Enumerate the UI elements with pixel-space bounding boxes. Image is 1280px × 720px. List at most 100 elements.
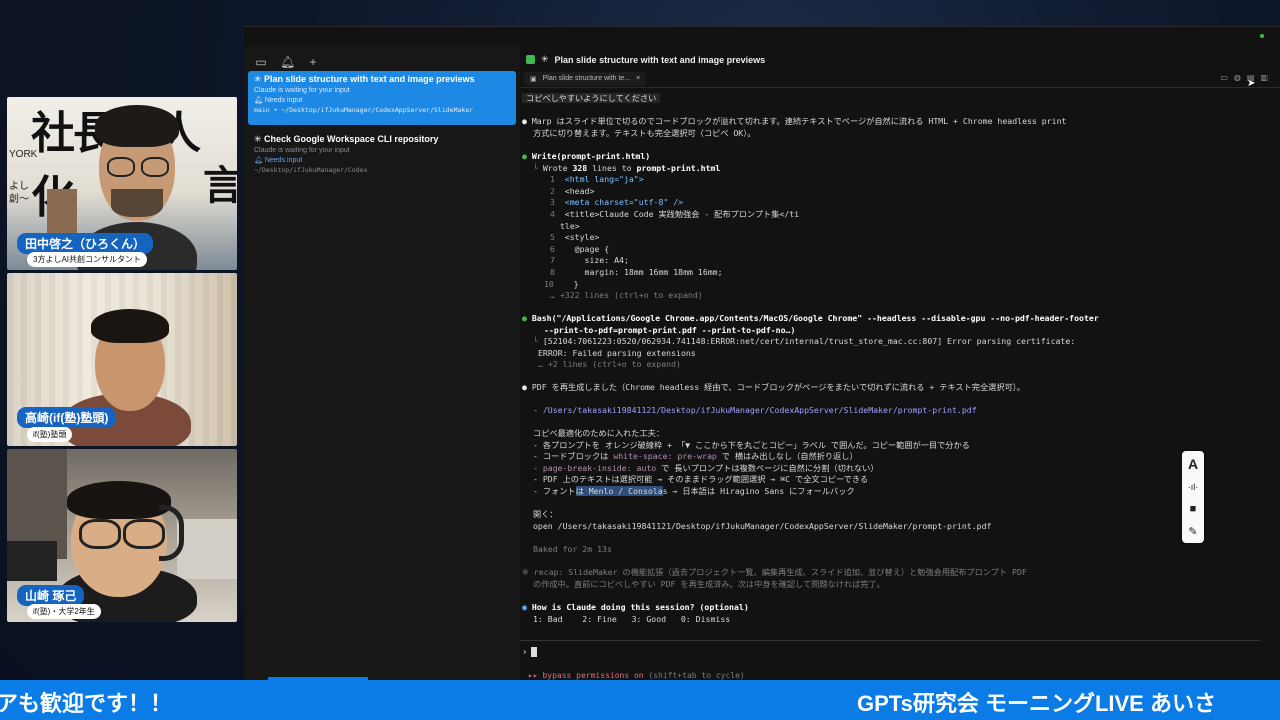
session-path: main • ~/Desktop/ifJukuManager/CodexAppS…	[254, 106, 474, 114]
expand-hint[interactable]: +322 lines (ctrl+o to expand)	[560, 290, 703, 300]
stop-icon[interactable]: ■	[1190, 503, 1197, 515]
file-path-link[interactable]: - /Users/takasaki19841121/Desktop/ifJuku…	[533, 405, 977, 417]
prompt-symbol: ›	[522, 647, 528, 658]
person-hair	[91, 309, 169, 343]
permission-mode[interactable]: ▸▸ bypass permissions on (shift+tab to c…	[528, 671, 745, 680]
status-dot-icon: ✳	[254, 134, 265, 144]
tool-result: Wrote	[542, 162, 573, 173]
terminal-icon: ▣	[530, 76, 537, 83]
code-line: <head>	[564, 185, 595, 196]
line-number: 8	[550, 267, 555, 277]
participant-role: 3方よしAI共創コンサルタント	[27, 252, 148, 267]
recap-icon: ※	[522, 567, 534, 577]
line-number: 1	[550, 174, 555, 185]
session-path: ~/Desktop/ifJukuManager/Codex	[254, 166, 368, 174]
status-dot-icon: ✳	[541, 54, 549, 64]
status-indicator-icon	[1260, 34, 1264, 38]
sidebar-toolbar: ▭ 🔔︎ +	[254, 55, 320, 69]
tool-error: [52104:7061223:0520/062934.741148:ERROR:…	[542, 336, 1076, 347]
plus-icon[interactable]: +	[306, 55, 320, 69]
survey-options[interactable]: 1: Bad 2: Fine 3: Good 0: Dismiss	[533, 614, 730, 626]
tool-call: --print-to-pdf=prompt-print.pdf --print-…	[544, 324, 796, 335]
status-dot-icon: ✳	[254, 74, 265, 84]
pen-icon[interactable]: A	[1188, 456, 1198, 472]
line-number: 6	[550, 243, 555, 254]
code-line: <meta charset="utf-8" />	[564, 197, 684, 208]
recap-text: の作成中。直前にコピペしやすい PDF を再生成済み。次は中身を確認して問題なけ…	[533, 578, 885, 589]
tool-result-file: prompt-print.html	[636, 162, 721, 173]
code-line: <title>Claude Code 実践勉強会 - 配布プロンプト集</ti	[564, 209, 800, 219]
page-title: Plan slide structure with text and image…	[554, 54, 766, 65]
news-ticker: アも歓迎です！！ GPTs研究会 モーニングLIVE あいさ	[0, 680, 1280, 720]
expand-hint[interactable]: +2 lines (ctrl+o to expand)	[548, 359, 681, 369]
bullet-icon: ●	[522, 151, 527, 161]
code-line: <style>	[564, 232, 600, 243]
permission-mode-hint: (shift+tab to cycle)	[643, 671, 745, 680]
line-number: 4	[550, 209, 555, 219]
assistant-text: で 横はみ出しなし（自然折り返し）	[716, 451, 858, 462]
layout-icon[interactable]: ▥	[1260, 73, 1268, 82]
recap-text: recap: SlideMaker の機能拡張（過去プロジェクト一覧、編集再生成…	[533, 567, 1027, 577]
annotation-toolbar: A ·ıl· ■ ✎	[1182, 451, 1204, 543]
background-piano	[7, 541, 57, 581]
claude-code-window: ▭ 🔔︎ + ✳ Plan slide structure with text …	[244, 26, 1280, 681]
tool-result-count: 328	[572, 162, 588, 173]
glasses-icon	[79, 519, 121, 549]
code-line: margin: 18mm 16mm 18mm 16mm;	[564, 267, 723, 277]
elapsed-time: Baked for 2m 13s	[533, 544, 612, 554]
tab-label: Plan slide structure with te...	[542, 75, 631, 82]
assistant-text: コピペ最適化のために入れた工夫：	[533, 428, 665, 438]
webcam-tile-1: 社長無人化 YORK よし 創〜 言 田中啓之（ひろくん） 3方よしAI共創コン…	[7, 97, 237, 270]
sidebar-toggle-icon[interactable]: ▭	[254, 55, 268, 69]
person-hair	[67, 481, 171, 519]
person-hair	[95, 105, 179, 147]
split-view-icon[interactable]: ▭	[1220, 73, 1228, 82]
inline-code: - page-break-inside: auto	[533, 462, 657, 473]
tab-session[interactable]: ▣ Plan slide structure with te... ×	[524, 72, 647, 86]
assistant-text: - PDF 上のテキストは選択可能 → そのままドラッグ範囲選択 → ⌘C で全…	[533, 474, 869, 485]
dots-icon[interactable]: ·ıl·	[1188, 482, 1199, 492]
prompt-input[interactable]: ›	[520, 640, 1260, 665]
headphones-icon	[159, 505, 184, 561]
user-message: コピペしやすいようにしてください	[522, 93, 661, 103]
tool-result: lines to	[587, 162, 637, 173]
assistant-text: s → 日本語は Hiragino Sans にフォールバック	[662, 486, 855, 496]
line-number: 10	[544, 278, 554, 289]
participant-name: 田中啓之（ひろくん）	[17, 233, 154, 254]
participant-name: 山崎 琢己	[17, 585, 85, 606]
bullet-icon: ●	[522, 602, 527, 612]
session-item-active[interactable]: ✳ Plan slide structure with text and ima…	[248, 71, 516, 125]
needs-input-label: Needs input	[264, 97, 303, 104]
line-number: 5	[550, 232, 555, 243]
assistant-text: 開く：	[533, 509, 558, 519]
edit-icon[interactable]: ✎	[1188, 525, 1197, 538]
assistant-text: Marp はスライド単位で切るのでコードブロックが溢れて切れます。連続テキストで…	[531, 116, 1067, 126]
code-line: @page {	[564, 243, 610, 254]
code-line: <html lang="ja">	[564, 174, 644, 185]
assistant-text: で 長いプロンプトは複数ページに自然に分割（切れない）	[656, 462, 879, 473]
line-number: 2	[550, 185, 555, 196]
globe-icon[interactable]: ◍	[1234, 73, 1241, 82]
terminal-output: コピペしやすいようにしてください ● Marp はスライド単位で切るのでコードブ…	[522, 93, 1099, 626]
line-number: 3	[550, 197, 555, 208]
background-sign-side: 創〜	[9, 194, 29, 205]
participant-role: if(塾)・大学2年生	[27, 604, 101, 619]
bell-icon[interactable]: 🔔︎	[280, 55, 295, 69]
tool-call: Bash("/Applications/Google Chrome.app/Co…	[531, 313, 1099, 323]
glasses-icon	[141, 157, 169, 177]
session-item[interactable]: ✳ Check Google Workspace CLI repository …	[248, 131, 516, 181]
bullet-icon: ●	[522, 382, 527, 392]
bullet-icon: ●	[522, 313, 527, 323]
session-status: Claude is waiting for your input	[254, 87, 350, 94]
webcam-tile-3: 山崎 琢己 if(塾)・大学2年生	[7, 449, 237, 622]
session-status: Claude is waiting for your input	[254, 147, 350, 154]
close-icon[interactable]: ×	[636, 75, 640, 83]
open-command: open /Users/takasaki19841121/Desktop/ifJ…	[533, 520, 992, 531]
glasses-icon	[107, 157, 135, 177]
code-line: size: A4;	[564, 255, 629, 266]
tool-call: Write(prompt-print.html)	[531, 151, 651, 161]
session-title: Check Google Workspace CLI repository	[264, 134, 439, 144]
assistant-text: - フォント	[533, 486, 576, 496]
needs-input-label: Needs input	[264, 157, 303, 164]
code-line: }	[563, 278, 579, 289]
